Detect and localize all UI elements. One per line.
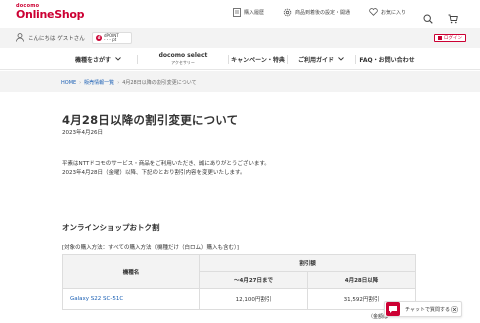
user-bar: こんにちは ゲストさん d dPOINT - - - pt ログイン bbox=[0, 28, 480, 48]
nav-campaign-label: キャンペーン・特典 bbox=[231, 56, 285, 64]
model-link[interactable]: Galaxy S22 SC-51C bbox=[70, 296, 123, 302]
table-row-model: Galaxy S22 SC-51C bbox=[62, 288, 200, 310]
greeting-text: こんにちは ゲストさん bbox=[28, 35, 85, 42]
nav-find-device[interactable]: 機種をさがす bbox=[60, 48, 136, 70]
close-icon[interactable] bbox=[451, 306, 458, 313]
cart-button[interactable] bbox=[448, 9, 458, 28]
nav-docomo-select-sub: アクセサリー bbox=[171, 60, 195, 65]
publish-date: 2023年4月26日 bbox=[62, 130, 103, 136]
target-condition: [対象の購入方法：すべての購入方法（機種だけ（白ロム）購入も含む）] bbox=[62, 245, 239, 251]
search-button[interactable] bbox=[423, 9, 433, 28]
favorites-label: お気に入り bbox=[381, 9, 407, 16]
nav-user-guide[interactable]: ご利用ガイド bbox=[288, 48, 354, 70]
breadcrumb-arrow-icon: › bbox=[79, 79, 82, 86]
docomo-online-shop-logo[interactable]: docomo OnlineShop bbox=[16, 4, 85, 21]
dpoint-badge[interactable]: d dPOINT - - - pt bbox=[92, 32, 132, 44]
login-button[interactable]: ログイン bbox=[434, 34, 466, 42]
chat-widget[interactable]: チャットで質問する bbox=[384, 301, 462, 317]
breadcrumb-arrow-icon: › bbox=[117, 79, 120, 86]
chat-icon bbox=[386, 302, 400, 316]
table-row-before: 12,100円割引 bbox=[199, 288, 308, 310]
purchase-history-link[interactable]: 購入履歴 bbox=[233, 8, 264, 17]
breadcrumb-current: 4月28日以降の割引変更について bbox=[122, 80, 197, 86]
header-model-label: 機種名 bbox=[122, 269, 140, 276]
user-icon bbox=[16, 33, 24, 42]
nav-user-guide-label: ご利用ガイド bbox=[297, 56, 334, 64]
nav-find-device-label: 機種をさがす bbox=[74, 56, 111, 64]
header-before: 〜4月27日まで bbox=[199, 271, 308, 289]
device-setup-label: 商品到着後の設定・開通 bbox=[295, 10, 351, 16]
chevron-down-icon bbox=[338, 57, 344, 61]
nav-faq-contact-label: FAQ・お問い合わせ bbox=[359, 56, 415, 64]
page-title: 4月28日以降の割引変更について bbox=[62, 113, 239, 127]
header-discount: 割引額 bbox=[199, 254, 416, 272]
site-header: docomo OnlineShop 購入履歴 商品到着後の設定・開通 お気に入り bbox=[0, 0, 480, 28]
intro-paragraph: 平素はNTTドコモのサービス・商品をご利用いただき、誠にありがとうございます。 bbox=[62, 161, 270, 167]
search-icon bbox=[423, 14, 433, 24]
breadcrumb-home[interactable]: HOME bbox=[61, 80, 76, 86]
guest-greeting: こんにちは ゲストさん bbox=[16, 33, 85, 42]
login-label: ログイン bbox=[444, 36, 462, 41]
chevron-down-icon bbox=[115, 57, 121, 61]
header-before-label: 〜4月27日まで bbox=[234, 278, 273, 284]
breadcrumb-sales-info-list[interactable]: 販売情報一覧 bbox=[84, 79, 114, 86]
main-navigation: 機種をさがす docomo select アクセサリー キャンペーン・特典 ご利… bbox=[0, 48, 480, 70]
purchase-history-label: 購入履歴 bbox=[244, 10, 265, 16]
heart-icon bbox=[369, 8, 378, 16]
header-after: 4月28日以降 bbox=[307, 271, 416, 289]
gear-icon bbox=[283, 8, 292, 17]
header-model: 機種名 bbox=[62, 254, 200, 289]
login-icon bbox=[438, 36, 442, 40]
chat-label: チャットで質問する bbox=[405, 306, 450, 313]
receipt-icon bbox=[233, 8, 241, 17]
nav-docomo-select-label: docomo select bbox=[158, 52, 208, 59]
breadcrumb: HOME › 販売情報一覧 › 4月28日以降の割引変更について bbox=[0, 71, 480, 92]
dpoint-value: - - - pt bbox=[104, 37, 117, 42]
section-title: オンラインショップおトク割 bbox=[62, 223, 160, 232]
nav-faq-contact[interactable]: FAQ・お問い合わせ bbox=[356, 48, 418, 70]
device-setup-link[interactable]: 商品到着後の設定・開通 bbox=[283, 8, 350, 17]
change-notice-paragraph: 2023年4月28日（金曜）以降、下記のとおり割引内容を変更いたします。 bbox=[62, 170, 246, 176]
favorites-link[interactable]: お気に入り bbox=[369, 8, 406, 16]
cart-icon bbox=[448, 14, 458, 24]
after-value: 31,592円割引 bbox=[343, 297, 380, 303]
logo-big-text: OnlineShop bbox=[16, 8, 85, 21]
before-value: 12,100円割引 bbox=[235, 297, 272, 303]
header-after-label: 4月28日以降 bbox=[344, 278, 379, 284]
header-discount-label: 割引額 bbox=[299, 261, 316, 267]
nav-campaign[interactable]: キャンペーン・特典 bbox=[229, 48, 287, 70]
nav-docomo-select[interactable]: docomo select アクセサリー bbox=[138, 48, 228, 70]
